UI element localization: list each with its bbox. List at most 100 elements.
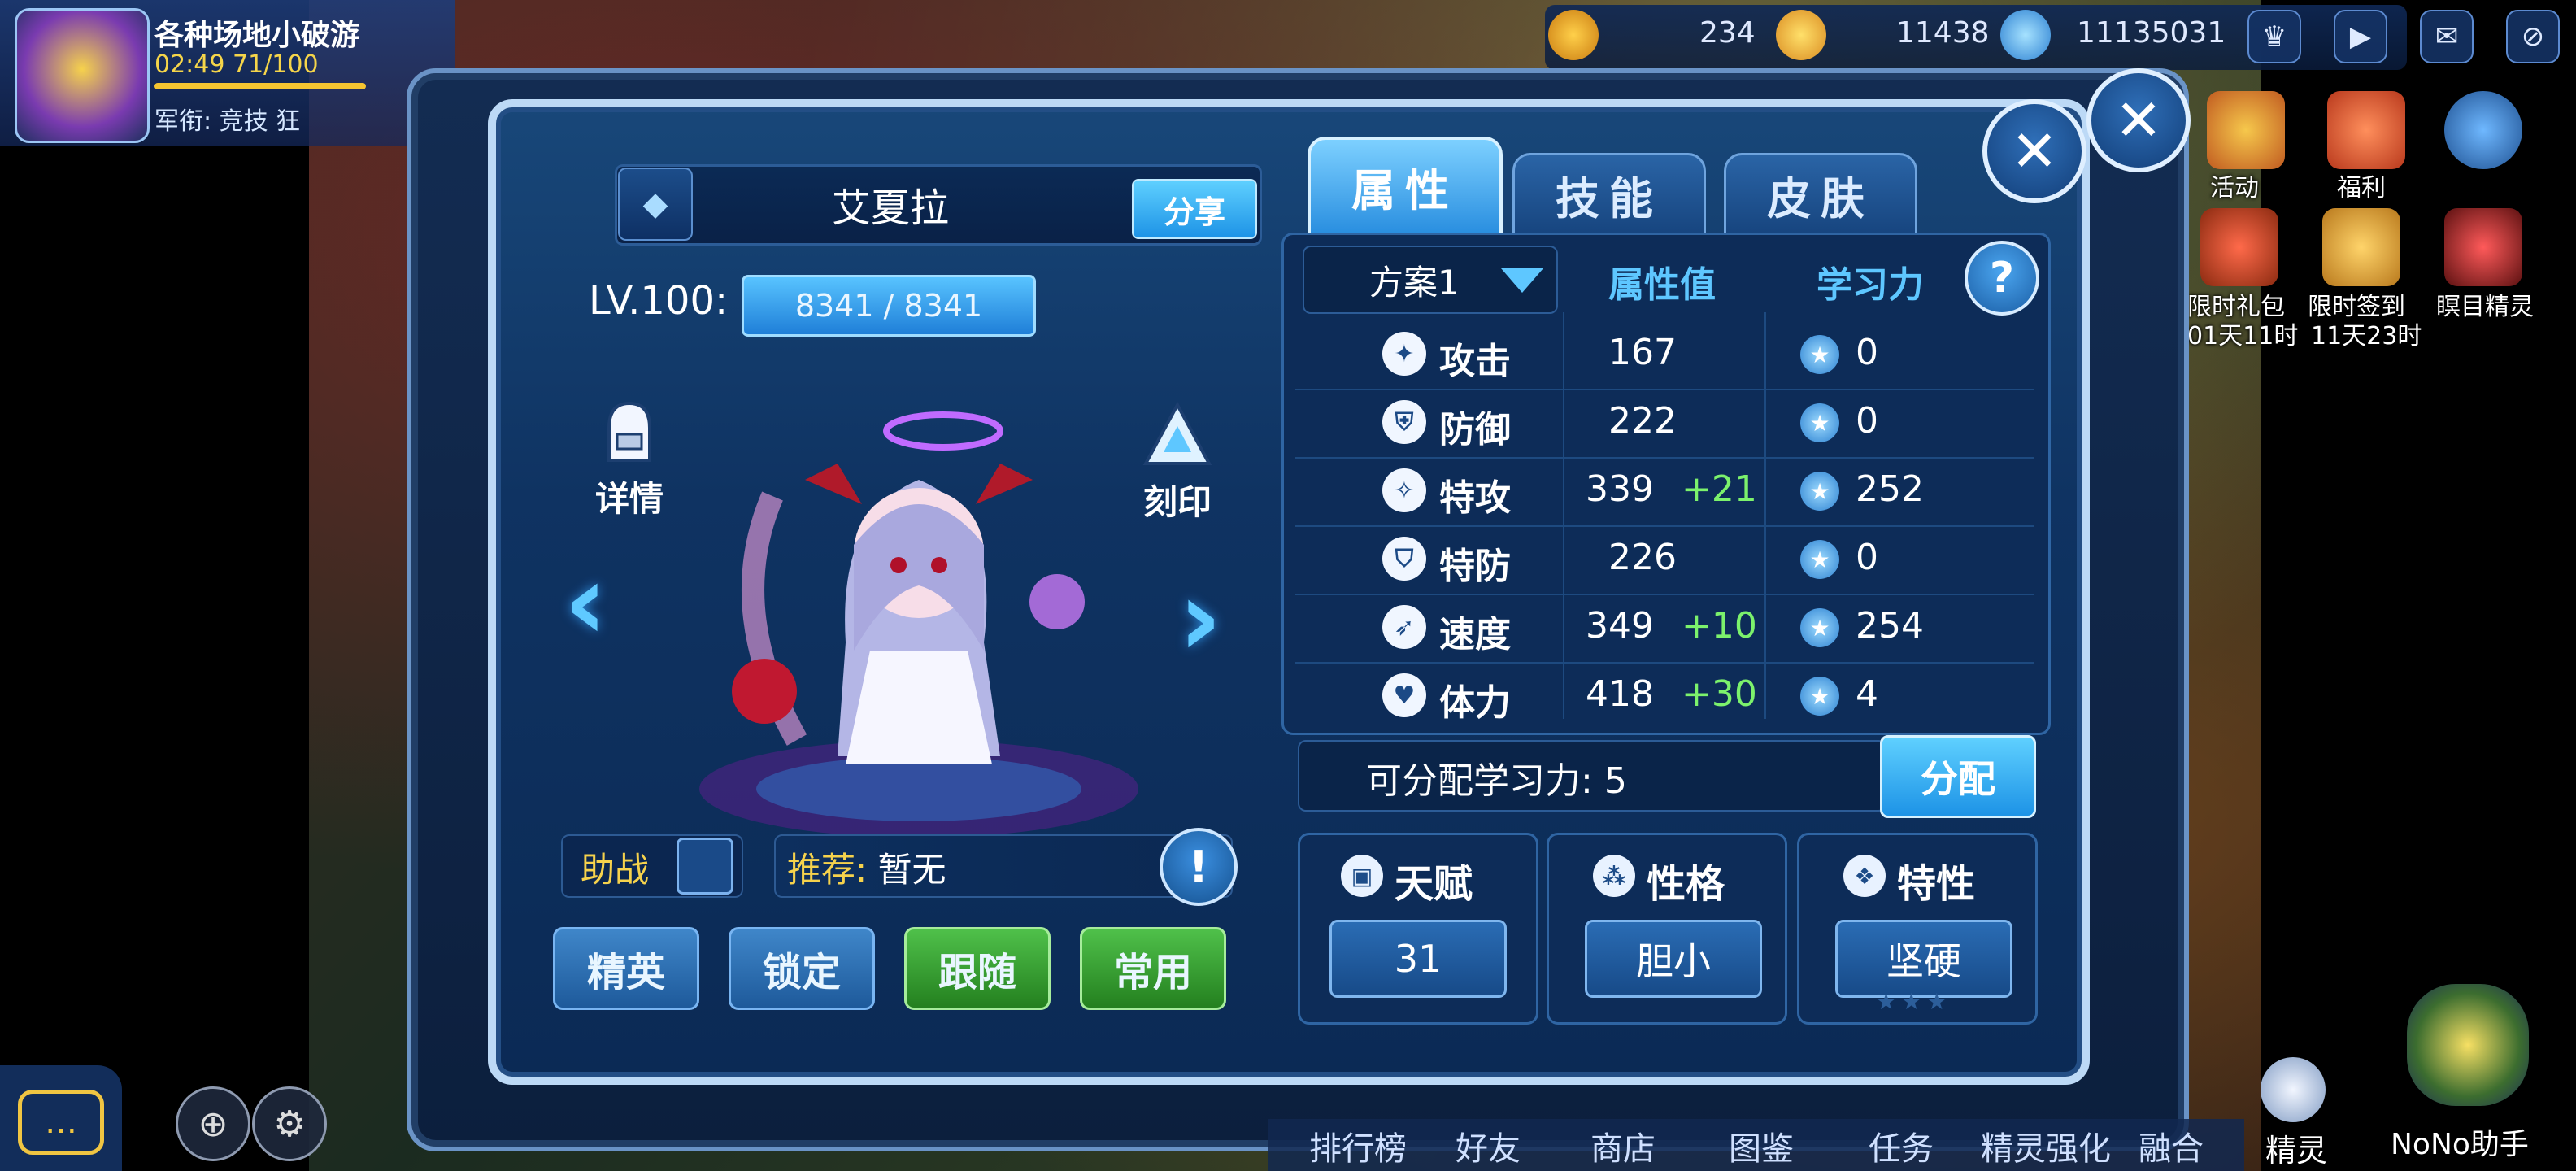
eye-off-icon[interactable]: ⊘ (2506, 10, 2560, 63)
talent-icon: ▣ (1341, 855, 1383, 897)
allocate-button[interactable]: 分配 (1880, 735, 2036, 818)
mail-icon[interactable]: ✉ (2420, 10, 2474, 63)
menu-friends[interactable]: 好友 (1456, 1122, 1521, 1169)
speed-icon: ➶ (1382, 605, 1426, 649)
limited-signin-time: 11天23时 (2311, 322, 2422, 350)
follow-button[interactable]: 跟随 (904, 927, 1051, 1010)
stat-row-attack: ✦ 攻击 167 ★ 0 (1295, 320, 2034, 390)
allocatable-label: 可分配学习力: (1366, 760, 1593, 802)
tab-skills[interactable]: 技能 (1512, 153, 1706, 236)
lock-button[interactable]: 锁定 (729, 927, 875, 1010)
close-button[interactable]: ✕ (1982, 99, 2086, 203)
allocatable-text: 可分配学习力: 5 (1366, 751, 1627, 803)
recommend-key: 推荐: (787, 850, 868, 890)
backpack-icon (607, 401, 651, 462)
coin-icon[interactable] (1548, 10, 1599, 60)
globe-icon[interactable]: ⊕ (176, 1086, 250, 1161)
nature-value[interactable]: 胆小 (1585, 920, 1762, 998)
stat-value: 167 (1608, 332, 1677, 373)
hp-icon: ♥ (1382, 673, 1426, 717)
stat-ev: 4 (1856, 673, 1878, 715)
gold-icon[interactable] (1776, 10, 1826, 60)
star-icon: ★ (1800, 540, 1839, 579)
elite-button[interactable]: 精英 (553, 927, 699, 1010)
star-icon: ★ (1800, 403, 1839, 442)
diamond-icon[interactable] (2000, 10, 2051, 60)
energy-bar (154, 83, 366, 89)
next-pet-arrow[interactable]: › (1168, 556, 1233, 680)
assist-checkbox[interactable] (677, 838, 733, 895)
details-label: 详情 (594, 479, 664, 519)
share-button[interactable]: 分享 (1132, 179, 1257, 239)
limited-gift-icon[interactable] (2200, 208, 2278, 286)
defense-icon: ⛨ (1382, 400, 1426, 444)
recommend-text: 推荐: 暂无 (787, 842, 946, 892)
stat-row-defense: ⛨ 防御 222 ★ 0 (1295, 389, 2034, 459)
star-icon: ★ (1800, 335, 1839, 374)
stat-value: 339 (1586, 468, 1654, 510)
stat-row-sp-defense: ⛉ 特防 226 ★ 0 (1295, 525, 2034, 595)
menu-ranking[interactable]: 排行榜 (1309, 1122, 1407, 1169)
assist-label: 助战 (581, 850, 650, 890)
column-learning-power: 学习力 (1817, 264, 1924, 306)
sp-attack-icon: ✧ (1382, 468, 1426, 512)
nature-card: ⁂ 性格 胆小 (1547, 833, 1787, 1025)
menu-enhance[interactable]: 精灵强化 (1981, 1122, 2111, 1169)
stat-bonus: +10 (1682, 605, 1757, 646)
player-avatar[interactable] (15, 8, 150, 143)
stat-value: 226 (1608, 537, 1677, 578)
tab-skins[interactable]: 皮肤 (1724, 153, 1917, 236)
stat-ev: 254 (1856, 605, 1924, 646)
star-icon: ★ (1800, 472, 1839, 511)
column-attr-value: 属性值 (1608, 264, 1716, 306)
limited-signin-icon[interactable] (2322, 208, 2400, 286)
sp-defense-icon: ⛉ (1382, 537, 1426, 581)
pet-portrait[interactable] (675, 382, 1163, 854)
nono-label: NoNo助手 (2391, 1128, 2529, 1161)
trophy-icon[interactable]: ♛ (2247, 10, 2301, 63)
spirit-icon[interactable] (2261, 1057, 2326, 1122)
talent-value[interactable]: 31 (1329, 920, 1507, 998)
chat-icon[interactable]: … (18, 1090, 104, 1155)
nono-icon[interactable] (2407, 984, 2529, 1106)
attack-icon: ✦ (1382, 332, 1426, 376)
common-button[interactable]: 常用 (1080, 927, 1226, 1010)
help-button[interactable]: ? (1965, 241, 2039, 316)
settings-icon[interactable]: ⚙ (252, 1086, 327, 1161)
outer-close-button[interactable]: ✕ (2086, 68, 2191, 172)
menu-pokedex[interactable]: 图鉴 (1729, 1122, 1794, 1169)
stat-row-hp: ♥ 体力 418 +30 ★ 4 (1295, 662, 2034, 730)
details-button[interactable]: 详情 (581, 395, 678, 521)
talent-card: ▣ 天赋 31 (1298, 833, 1538, 1025)
plan-label: 方案1 (1369, 262, 1460, 303)
chevron-down-icon (1501, 268, 1543, 293)
tab-attributes[interactable]: 属性 (1308, 137, 1503, 236)
menu-shop[interactable]: 商店 (1590, 1122, 1656, 1169)
stat-ev: 252 (1856, 468, 1924, 510)
welfare-icon[interactable] (2327, 91, 2405, 169)
menu-fusion[interactable]: 融合 (2139, 1122, 2204, 1169)
menu-tasks[interactable]: 任务 (1869, 1122, 1934, 1169)
prev-pet-arrow[interactable]: ‹ (553, 540, 618, 664)
diamond-value: 11135031 (2077, 16, 2226, 50)
activity-icon[interactable] (2207, 91, 2285, 169)
play-icon[interactable]: ▶ (2334, 10, 2387, 63)
stat-value: 349 (1586, 605, 1654, 646)
nature-label: 性格 (1647, 861, 1725, 907)
stat-ev: 0 (1856, 400, 1878, 442)
trait-value[interactable]: 坚硬 (1835, 920, 2012, 998)
recommend-value: 暂无 (877, 850, 946, 890)
info-button[interactable]: ! (1160, 828, 1238, 906)
refresh-icon[interactable] (2444, 91, 2522, 169)
stat-name: 特攻 (1439, 477, 1511, 519)
stat-value: 418 (1586, 673, 1654, 715)
trait-stars: ★★★ (1876, 988, 1952, 1015)
star-icon: ★ (1800, 608, 1839, 647)
stat-bonus: +30 (1682, 673, 1757, 715)
eye-pet-icon[interactable] (2444, 208, 2522, 286)
left-letterbox (0, 0, 309, 1171)
stat-row-sp-attack: ✧ 特攻 339 +21 ★ 252 (1295, 457, 2034, 527)
allocatable-value: 5 (1603, 760, 1627, 802)
gold-value: 11438 (1896, 16, 1990, 50)
stat-row-speed: ➶ 速度 349 +10 ★ 254 (1295, 594, 2034, 664)
